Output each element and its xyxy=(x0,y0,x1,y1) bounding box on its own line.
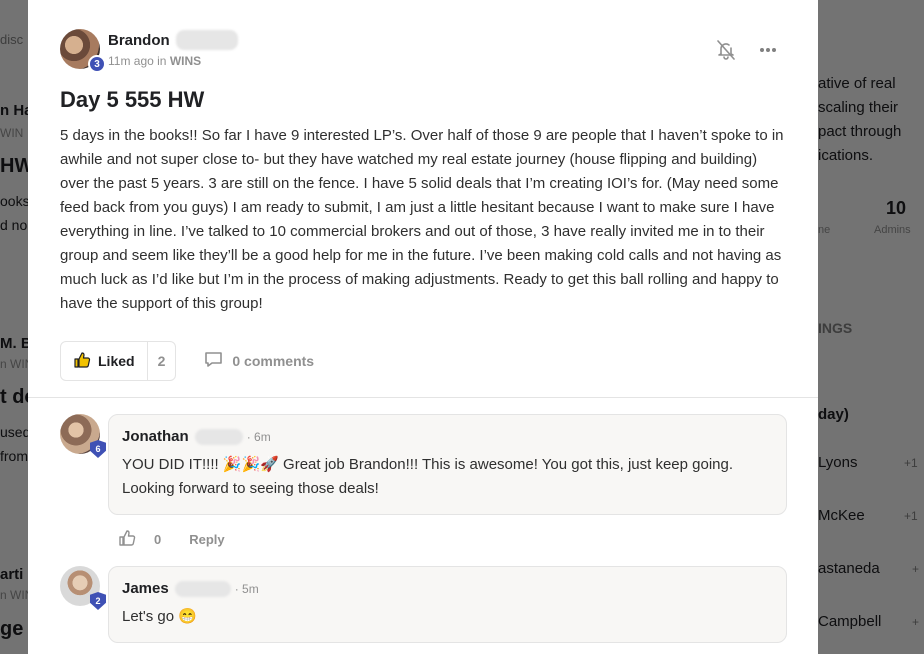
level-badge: 3 xyxy=(88,55,106,73)
bg-text: WIN xyxy=(0,126,24,140)
redacted-surname xyxy=(175,30,238,50)
comment-time: · 6m xyxy=(246,429,271,444)
thumbs-up-icon[interactable] xyxy=(118,529,136,550)
author-name-row: Brandon xyxy=(108,30,238,50)
avatar[interactable]: 3 xyxy=(60,29,106,73)
bell-off-icon[interactable] xyxy=(716,40,736,60)
bg-text: used xyxy=(0,424,28,440)
comment-author[interactable]: James xyxy=(122,580,169,597)
like-count[interactable]: 2 xyxy=(146,342,176,380)
bg-text: n Ha xyxy=(0,102,28,119)
post-title: Day 5 555 HW xyxy=(60,87,205,112)
post-modal: 3 Brandon 11m ago in WINS Day 5 555 HW 5… xyxy=(28,0,818,654)
bg-text: n WIN xyxy=(0,357,28,371)
bg-text: +1 xyxy=(904,509,918,523)
bg-text: ooks xyxy=(0,193,28,209)
like-button[interactable]: Liked 2 xyxy=(60,341,177,381)
comment-bubble: Jonathan · 6m YOU DID IT!!!! 🎉🎉🚀 Great j… xyxy=(108,414,787,515)
bg-text: day) xyxy=(818,406,849,423)
thumbs-up-icon xyxy=(73,351,91,372)
level-badge: 2 xyxy=(90,592,106,610)
bg-text: ative of real xyxy=(818,75,896,92)
bg-text: INGS xyxy=(818,320,853,336)
bg-text: astaneda xyxy=(818,560,880,577)
comment-icon xyxy=(204,351,223,371)
bg-text: t do xyxy=(0,386,28,408)
bg-text: disc xyxy=(0,32,24,47)
bg-text: Admins xyxy=(874,224,911,236)
comment-actions: 0 Reply xyxy=(118,529,225,550)
bg-text: Campbell xyxy=(818,613,882,630)
bg-text: d no xyxy=(0,217,28,233)
avatar[interactable]: 2 xyxy=(60,566,106,610)
comment-bubble: James · 5m Let's go 😁 xyxy=(108,566,787,643)
author-name[interactable]: Brandon xyxy=(108,32,170,49)
reply-button[interactable]: Reply xyxy=(189,532,224,547)
bg-text: ne xyxy=(818,224,831,236)
bg-text: n WIN xyxy=(0,588,28,602)
bg-text: +1 xyxy=(904,456,918,470)
post-body: 5 days in the books!! So far I have 9 in… xyxy=(60,127,784,312)
bg-text: arti xyxy=(0,566,24,583)
comment-header: Jonathan · 6m xyxy=(122,428,773,445)
bg-text: 10 xyxy=(886,198,907,218)
comments-count-label: 0 comments xyxy=(232,353,315,369)
header-actions xyxy=(716,40,778,60)
bg-text: ications. xyxy=(818,147,874,164)
background-left-column: disc n Ha WIN HW ooks d no M. B n WIN t … xyxy=(0,0,28,654)
bg-text: + xyxy=(912,562,920,576)
post-time: 11m ago in xyxy=(108,54,167,68)
post-header: 3 Brandon 11m ago in WINS xyxy=(60,29,238,73)
bg-text: ge xyxy=(0,618,24,640)
comment-text: YOU DID IT!!!! 🎉🎉🚀 Great job Brandon!!! … xyxy=(122,456,734,497)
bg-text: pact through xyxy=(818,123,902,140)
redacted-surname xyxy=(194,428,243,445)
post-actions: Liked 2 0 comments xyxy=(60,341,314,381)
comment-item: 2 James · 5m Let's go 😁 xyxy=(60,566,787,643)
comment-time: · 5m xyxy=(234,581,259,596)
level-badge: 6 xyxy=(90,440,106,458)
bg-text: M. B xyxy=(0,335,28,352)
redacted-surname xyxy=(174,580,231,597)
comment-author[interactable]: Jonathan xyxy=(122,428,189,445)
post-category[interactable]: WINS xyxy=(170,54,201,68)
bg-text: scaling their xyxy=(818,99,899,116)
author-block: Brandon 11m ago in WINS xyxy=(108,30,238,68)
comment-like-count: 0 xyxy=(154,532,162,547)
more-horizontal-icon[interactable] xyxy=(758,40,778,60)
like-label: Liked xyxy=(98,353,135,369)
comment-text: Let's go 😁 xyxy=(122,608,197,625)
like-button-main[interactable]: Liked xyxy=(61,342,147,380)
background-right-sidebar: ative of real scaling their pact through… xyxy=(818,0,924,654)
comment-header: James · 5m xyxy=(122,580,773,597)
bg-text: from xyxy=(0,448,28,464)
bg-text: Lyons xyxy=(818,454,858,471)
comments-button[interactable]: 0 comments xyxy=(204,351,314,371)
divider xyxy=(28,397,818,398)
avatar[interactable]: 6 xyxy=(60,414,106,458)
bg-text: McKee xyxy=(818,507,865,524)
bg-text: + xyxy=(912,615,920,629)
post-meta: 11m ago in WINS xyxy=(108,54,238,68)
bg-text: HW xyxy=(0,155,28,177)
comment-item: 6 Jonathan · 6m YOU DID IT!!!! 🎉🎉🚀 Great… xyxy=(60,414,787,515)
